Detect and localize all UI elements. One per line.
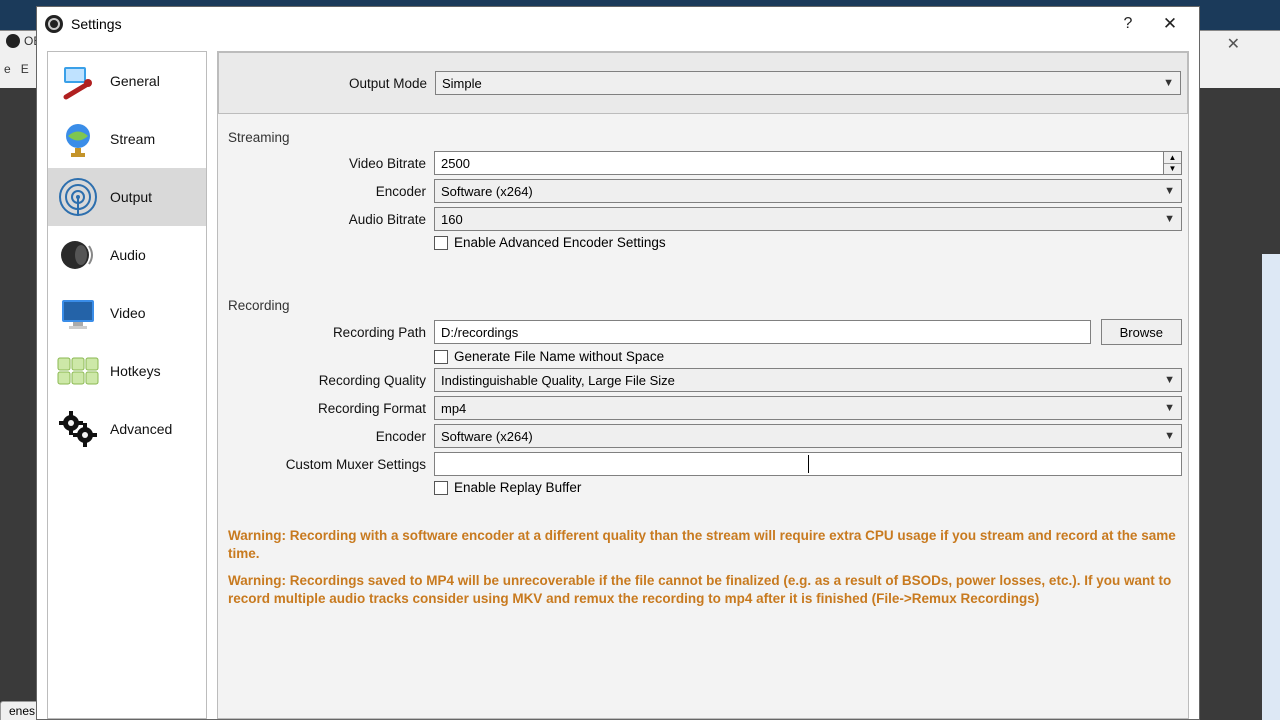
audio-bitrate-label: Audio Bitrate [224, 212, 434, 227]
chevron-down-icon: ▼ [1163, 77, 1174, 89]
record-encoder-select[interactable]: Software (x264)▼ [434, 424, 1182, 448]
gears-icon [54, 405, 102, 453]
video-bitrate-spinner[interactable]: ▲▼ [1164, 151, 1182, 175]
video-bitrate-input[interactable]: 2500 [434, 151, 1164, 175]
recording-quality-label: Recording Quality [224, 373, 434, 388]
background-right-panel [1262, 254, 1280, 720]
sidebar-item-audio[interactable]: Audio [48, 226, 206, 284]
muxer-input[interactable] [434, 452, 1182, 476]
globe-icon [54, 115, 102, 163]
output-mode-label: Output Mode [225, 76, 435, 91]
sidebar-item-output[interactable]: Output [48, 168, 206, 226]
settings-sidebar: General Stream Output Audio [47, 51, 207, 719]
browse-button[interactable]: Browse [1101, 319, 1182, 345]
replay-buffer-checkbox[interactable]: Enable Replay Buffer [434, 480, 581, 495]
settings-dialog: Settings ? ✕ General Stream [36, 6, 1200, 720]
video-bitrate-label: Video Bitrate [224, 156, 434, 171]
sidebar-item-video[interactable]: Video [48, 284, 206, 342]
dialog-title: Settings [71, 16, 122, 32]
recording-format-label: Recording Format [224, 401, 434, 416]
audio-bitrate-select[interactable]: 160▼ [434, 207, 1182, 231]
close-button[interactable]: ✕ [1149, 10, 1191, 38]
background-close-icon[interactable]: ✕ [1227, 34, 1240, 54]
app-icon [45, 15, 63, 33]
chevron-down-icon: ▼ [1164, 374, 1175, 386]
recording-header: Recording [228, 298, 1182, 313]
gen-filename-checkbox[interactable]: Generate File Name without Space [434, 349, 664, 364]
chevron-down-icon: ▼ [1164, 402, 1175, 414]
streaming-header: Streaming [228, 130, 1182, 145]
sidebar-item-hotkeys[interactable]: Hotkeys [48, 342, 206, 400]
recording-path-input[interactable]: D:/recordings [434, 320, 1091, 344]
wrench-icon [54, 57, 102, 105]
chevron-down-icon: ▼ [1164, 430, 1175, 442]
stream-encoder-select[interactable]: Software (x264)▼ [434, 179, 1182, 203]
enable-adv-encoder-checkbox[interactable]: Enable Advanced Encoder Settings [434, 235, 666, 250]
keyboard-icon [54, 347, 102, 395]
chevron-down-icon: ▼ [1164, 213, 1175, 225]
recording-quality-select[interactable]: Indistinguishable Quality, Large File Si… [434, 368, 1182, 392]
warning-mp4: Warning: Recordings saved to MP4 will be… [228, 572, 1178, 607]
settings-content: Output Mode Simple▼ Streaming Video Bitr… [217, 51, 1189, 719]
text-cursor-icon [808, 455, 809, 473]
sidebar-item-advanced[interactable]: Advanced [48, 400, 206, 458]
sidebar-item-stream[interactable]: Stream [48, 110, 206, 168]
background-menu: e E [4, 62, 29, 76]
sidebar-item-general[interactable]: General [48, 52, 206, 110]
output-mode-box: Output Mode Simple▼ [218, 52, 1188, 114]
broadcast-icon [54, 173, 102, 221]
help-button[interactable]: ? [1107, 10, 1149, 38]
chevron-down-icon: ▼ [1164, 185, 1175, 197]
titlebar: Settings ? ✕ [37, 7, 1199, 41]
monitor-icon [54, 289, 102, 337]
warning-cpu: Warning: Recording with a software encod… [228, 527, 1178, 562]
output-mode-select[interactable]: Simple▼ [435, 71, 1181, 95]
record-encoder-label: Encoder [224, 429, 434, 444]
recording-path-label: Recording Path [224, 325, 434, 340]
speaker-icon [54, 231, 102, 279]
muxer-label: Custom Muxer Settings [224, 457, 434, 472]
recording-format-select[interactable]: mp4▼ [434, 396, 1182, 420]
stream-encoder-label: Encoder [224, 184, 434, 199]
